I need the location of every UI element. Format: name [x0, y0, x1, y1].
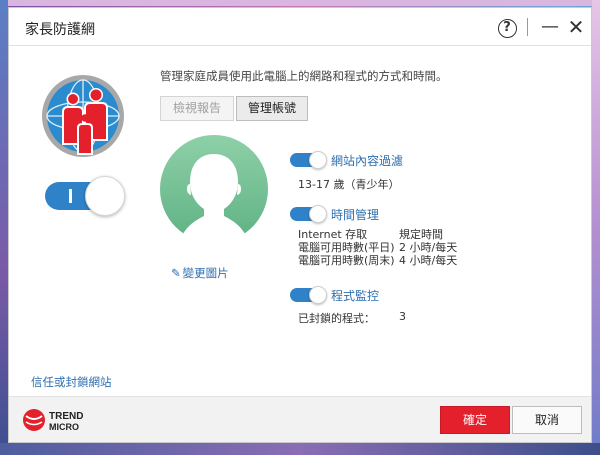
desktop-background-top	[0, 0, 600, 6]
web-filter-age-group: 13-17 歲（青少年）	[298, 178, 400, 191]
cancel-button[interactable]: 取消	[512, 406, 582, 434]
blocked-programs-label: 已封鎖的程式：	[298, 312, 375, 325]
master-toggle-on-indicator	[69, 189, 72, 203]
desktop-background-right	[592, 0, 600, 455]
program-control-link[interactable]: 程式監控	[331, 287, 379, 304]
title-bar-divider	[527, 18, 528, 36]
program-control-toggle[interactable]	[290, 286, 328, 304]
brand-line-2: MICRO	[49, 422, 79, 432]
time-management-toggle[interactable]	[290, 205, 328, 223]
time-row-value: 2 小時/每天	[399, 241, 458, 254]
pencil-icon: ✎	[171, 266, 181, 280]
person-silhouette-icon[interactable]	[159, 134, 269, 244]
change-picture-link[interactable]: ✎ 變更圖片	[171, 265, 229, 281]
desktop-background-bottom	[0, 443, 600, 455]
ok-button[interactable]: 確定	[440, 406, 510, 434]
view-report-button[interactable]: 檢視報告	[160, 96, 234, 121]
time-row-key: Internet 存取	[298, 228, 368, 241]
change-picture-label: 變更圖片	[182, 266, 229, 280]
web-filter-toggle-knob	[309, 151, 327, 169]
web-filter-link[interactable]: 網站內容過濾	[331, 152, 403, 169]
time-row-value: 規定時間	[399, 228, 443, 241]
help-icon: ?	[497, 19, 517, 38]
program-control-toggle-knob	[309, 286, 327, 304]
time-row-key: 電腦可用時數(周末)	[298, 254, 395, 267]
dialog-footer: TREND MICRO 確定 取消	[9, 396, 591, 442]
minimize-button[interactable]: —	[536, 14, 564, 40]
parental-controls-master-toggle[interactable]	[45, 176, 127, 216]
web-filter-toggle[interactable]	[290, 151, 328, 169]
trust-or-block-sites-link[interactable]: 信任或封鎖網站	[31, 374, 112, 390]
time-management-link[interactable]: 時間管理	[331, 206, 379, 223]
family-globe-icon	[42, 75, 124, 157]
trend-micro-logo: TREND MICRO	[23, 409, 83, 432]
parental-controls-window: 家長防護網 ? — ✕ 管理家庭成員使用此電腦上的網路和程式的方式和時間。 檢視…	[8, 7, 592, 443]
brand-line-1: TREND	[49, 411, 83, 422]
time-row-value: 4 小時/每天	[399, 254, 458, 267]
time-row-key: 電腦可用時數(平日)	[298, 241, 395, 254]
window-title: 家長防護網	[25, 22, 95, 38]
time-management-toggle-knob	[309, 205, 327, 223]
help-button[interactable]: ?	[493, 14, 521, 40]
manage-accounts-button[interactable]: 管理帳號	[236, 96, 308, 121]
desktop-background-left	[0, 0, 8, 455]
close-button[interactable]: ✕	[562, 14, 590, 40]
blocked-programs-count: 3	[399, 310, 406, 323]
title-bar: 家長防護網 ? — ✕	[9, 8, 591, 46]
page-description: 管理家庭成員使用此電腦上的網路和程式的方式和時間。	[160, 69, 448, 83]
master-toggle-knob	[85, 176, 125, 216]
